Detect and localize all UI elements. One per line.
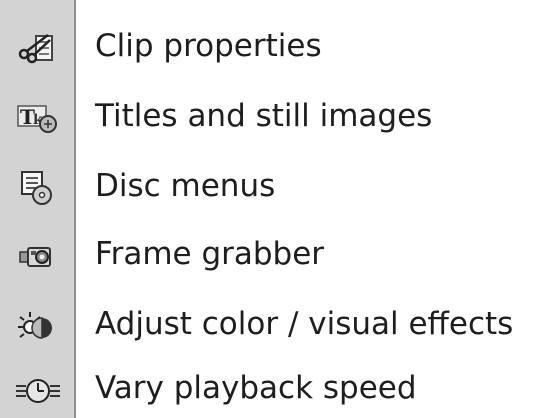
title-text-icon: T k xyxy=(14,100,62,136)
tool-frame-grabber[interactable]: Frame grabber xyxy=(0,222,537,288)
tool-disc-menus[interactable]: Disc menus xyxy=(0,154,537,220)
color-effects-icon xyxy=(14,308,62,344)
tool-label: Vary playback speed xyxy=(95,370,417,406)
tools-panel: Clip properties T k Titles and still ima… xyxy=(0,0,537,418)
tool-label: Adjust color / visual effects xyxy=(95,306,514,342)
tool-titles-still-images[interactable]: T k Titles and still images xyxy=(0,84,537,150)
disc-menu-icon xyxy=(14,170,62,206)
tool-label: Titles and still images xyxy=(95,98,433,134)
camera-grab-icon xyxy=(14,238,62,274)
tool-label: Clip properties xyxy=(95,28,322,64)
tool-label: Frame grabber xyxy=(95,236,325,272)
tool-label: Disc menus xyxy=(95,168,276,204)
scissors-clip-icon xyxy=(14,30,62,66)
tool-playback-speed[interactable]: Vary playback speed xyxy=(0,356,537,418)
tool-clip-properties[interactable]: Clip properties xyxy=(0,14,537,80)
playback-speed-icon xyxy=(14,372,62,408)
tool-color-effects[interactable]: Adjust color / visual effects xyxy=(0,292,537,358)
